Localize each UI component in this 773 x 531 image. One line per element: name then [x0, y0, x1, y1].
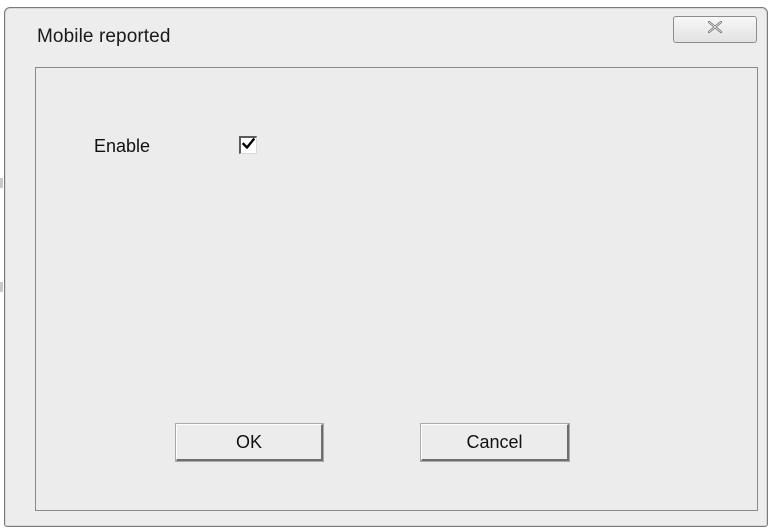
close-x-icon — [707, 20, 723, 39]
background-edge-mark — [0, 282, 3, 292]
window-title: Mobile reported — [37, 26, 171, 47]
dialog-window: Mobile reported Enable OK Cancel — [4, 7, 768, 527]
close-button[interactable] — [673, 16, 757, 43]
dialog-client-area: Enable OK Cancel — [35, 67, 758, 511]
checkmark-icon — [241, 137, 256, 155]
enable-label: Enable — [94, 136, 151, 156]
enable-checkbox[interactable] — [239, 136, 257, 154]
background-edge-mark — [0, 178, 3, 188]
title-bar[interactable]: Mobile reported — [5, 8, 767, 68]
cancel-button[interactable]: Cancel — [420, 423, 570, 462]
ok-button[interactable]: OK — [175, 423, 324, 462]
